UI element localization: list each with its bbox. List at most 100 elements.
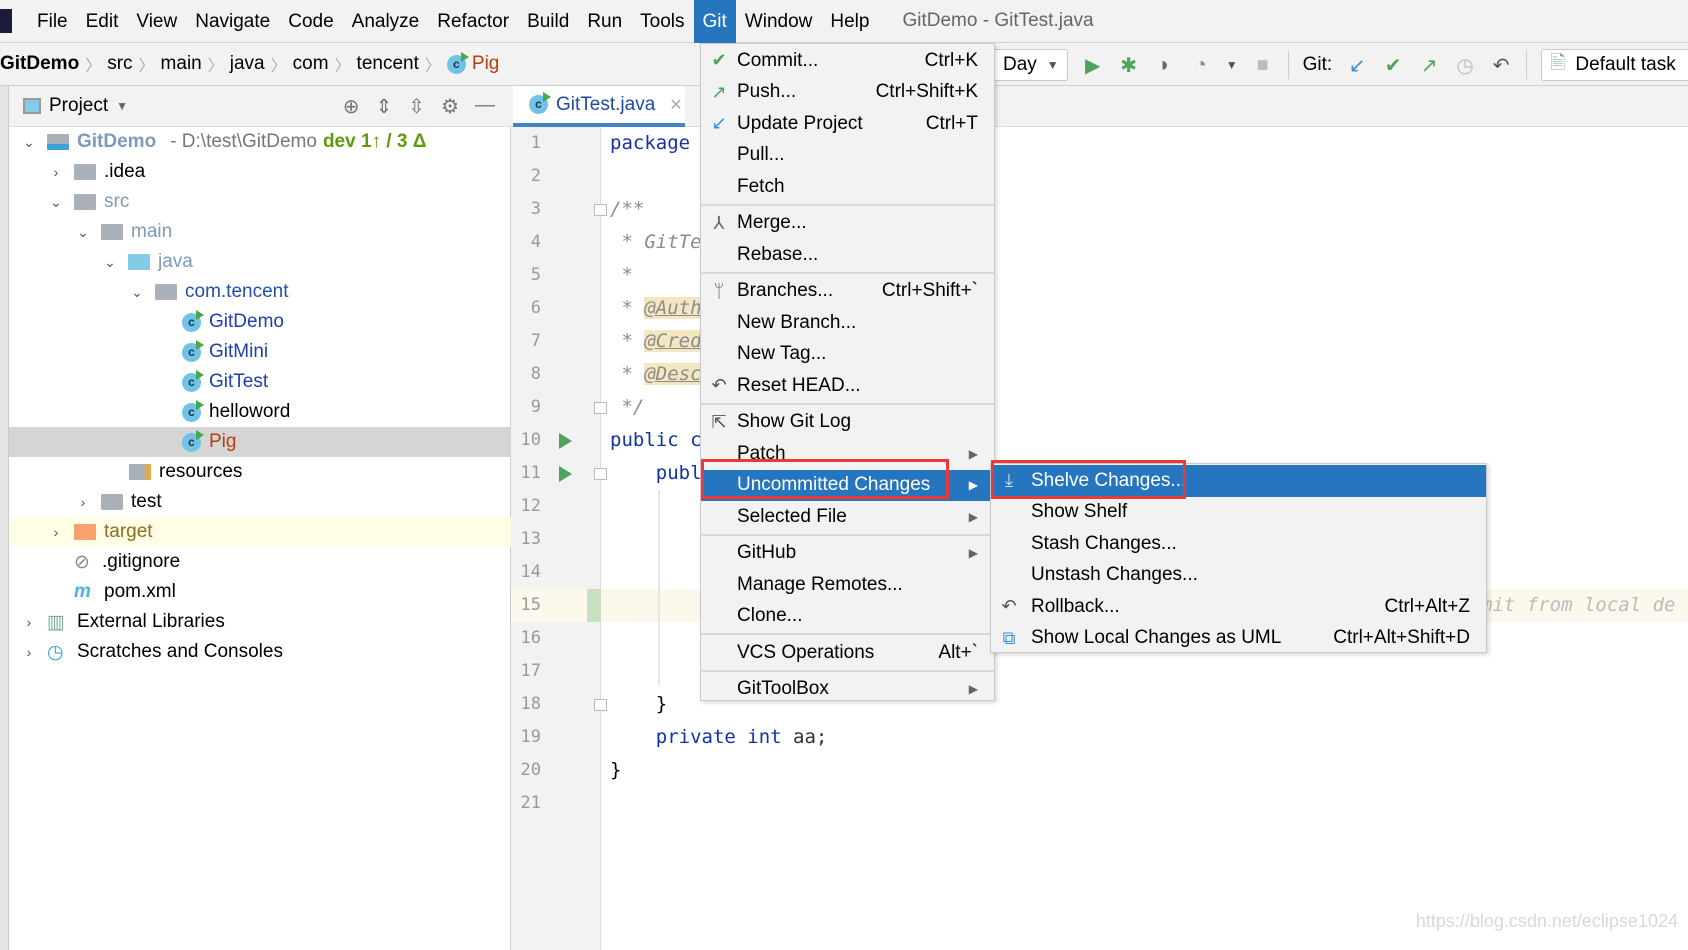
breadcrumb-item[interactable]: Pig [466, 53, 505, 75]
tree-item[interactable]: › ◷ Scratches and Consoles [9, 637, 511, 667]
chevron-down-icon[interactable]: ⌄ [75, 224, 91, 241]
run-gutter-icon[interactable] [559, 466, 572, 482]
chevron-right-icon[interactable]: › [21, 614, 37, 630]
gear-icon[interactable]: ⚙ [441, 94, 459, 119]
coverage-icon[interactable]: ◗ [1154, 54, 1176, 77]
menu-item-pull[interactable]: Pull... [701, 140, 994, 172]
debug-icon[interactable]: ✱ [1118, 53, 1140, 78]
locate-icon[interactable]: ⊕ [343, 94, 360, 119]
menu-item-unstash-changes[interactable]: Unstash Changes... [991, 560, 1486, 592]
menu-item-shelve-changes[interactable]: ⤓ Shelve Changes... [991, 465, 1486, 497]
menu-item-update-project[interactable]: ↙ Update Project Ctrl+T [701, 108, 994, 140]
collapse-all-icon[interactable]: ⇳ [408, 94, 425, 119]
history-icon[interactable]: ◷ [1454, 53, 1476, 78]
tree-item-root[interactable]: ⌄ GitDemo - D:\test\GitDemo dev 1↑ / 3 Δ [9, 127, 511, 157]
menu-item-gittoolbox[interactable]: GitToolBox ▶ [701, 674, 994, 706]
menu-item-show-shelf[interactable]: Show Shelf [991, 497, 1486, 529]
menu-item-push[interactable]: ↗ Push... Ctrl+Shift+K [701, 77, 994, 109]
chevron-down-icon[interactable]: ⌄ [21, 134, 37, 151]
menu-item-vcs-operations[interactable]: VCS Operations Alt+` [701, 637, 994, 669]
chevron-right-icon[interactable]: › [21, 644, 37, 660]
chevron-down-icon[interactable]: ⌄ [102, 254, 118, 271]
run-gutter-icon[interactable] [559, 433, 572, 449]
menu-item-github[interactable]: GitHub ▶ [701, 538, 994, 570]
tree-item[interactable]: › .idea [9, 157, 511, 187]
menu-item-selected-file[interactable]: Selected File ▶ [701, 501, 994, 533]
breadcrumb-item[interactable]: tencent [351, 53, 425, 75]
run-config-dropdown[interactable]: Day ▼ [995, 49, 1068, 81]
tree-item[interactable]: c GitDemo [9, 307, 511, 337]
left-tool-strip[interactable] [0, 86, 9, 950]
tree-item[interactable]: › ▥ External Libraries [9, 607, 511, 637]
menu-item-show-local-changes-uml[interactable]: ⧉ Show Local Changes as UML Ctrl+Alt+Shift… [991, 623, 1486, 655]
stop-icon[interactable]: ■ [1252, 54, 1274, 77]
breadcrumb-item[interactable]: GitDemo [0, 53, 85, 75]
breadcrumb-item[interactable]: main [155, 53, 208, 75]
menu-item-manage-remotes[interactable]: Manage Remotes... [701, 569, 994, 601]
menu-item-rollback[interactable]: ↶ Rollback... Ctrl+Alt+Z [991, 591, 1486, 623]
profile-icon[interactable]: ◔ [1190, 54, 1212, 77]
menu-item-show-git-log[interactable]: ⇱ Show Git Log [701, 407, 994, 439]
menu-refactor[interactable]: Refactor [428, 0, 518, 43]
tree-item[interactable]: c GitMini [9, 337, 511, 367]
tree-item[interactable]: c helloword [9, 397, 511, 427]
menu-view[interactable]: View [127, 0, 186, 43]
menu-file[interactable]: File [28, 0, 77, 43]
menu-item-clone[interactable]: Clone... [701, 601, 994, 633]
breadcrumb-item[interactable]: src [101, 53, 138, 75]
tree-item[interactable]: m pom.xml [9, 577, 511, 607]
menu-tools[interactable]: Tools [631, 0, 693, 43]
tree-item[interactable]: ⊘ .gitignore [9, 547, 511, 577]
tree-item[interactable]: › test [9, 487, 511, 517]
chevron-down-icon[interactable]: ▼ [1226, 58, 1238, 72]
tree-item[interactable]: ⌄ com.tencent [9, 277, 511, 307]
chevron-down-icon[interactable]: ⌄ [129, 284, 145, 301]
menu-navigate[interactable]: Navigate [186, 0, 279, 43]
menu-item-patch[interactable]: Patch ▶ [701, 438, 994, 470]
tree-item[interactable]: resources [9, 457, 511, 487]
git-push-icon[interactable]: ↗ [1418, 53, 1440, 78]
menu-analyze[interactable]: Analyze [343, 0, 429, 43]
tree-item[interactable]: c GitTest [9, 367, 511, 397]
menu-item-new-tag[interactable]: New Tag... [701, 339, 994, 371]
chevron-down-icon[interactable]: ⌄ [48, 194, 64, 211]
run-icon[interactable]: ▶ [1082, 53, 1104, 78]
menu-item-commit[interactable]: ✔ Commit... Ctrl+K [701, 45, 994, 77]
menu-item-branches[interactable]: ᛘ Branches... Ctrl+Shift+` [701, 276, 994, 308]
breadcrumb-item[interactable]: com [287, 53, 335, 75]
minimize-icon[interactable]: — [475, 94, 495, 119]
project-view-selector[interactable]: Project [49, 95, 108, 117]
menu-git[interactable]: Git [693, 0, 736, 43]
close-icon[interactable]: ✕ [669, 95, 682, 115]
tree-item[interactable]: ⌄ java [9, 247, 511, 277]
menu-item-stash-changes[interactable]: Stash Changes... [991, 528, 1486, 560]
menu-window[interactable]: Window [736, 0, 822, 43]
chevron-down-icon[interactable]: ▼ [116, 99, 128, 113]
menu-help[interactable]: Help [821, 0, 878, 43]
menu-item-new-branch[interactable]: New Branch... [701, 307, 994, 339]
git-update-icon[interactable]: ↙ [1346, 53, 1368, 78]
menu-code[interactable]: Code [279, 0, 342, 43]
tab-gittest-java[interactable]: c GitTest.java ✕ [513, 86, 685, 127]
tree-item-selected[interactable]: c Pig [9, 427, 511, 457]
menu-item-rebase[interactable]: Rebase... [701, 239, 994, 271]
tree-item[interactable]: › target [9, 517, 511, 547]
tree-item[interactable]: ⌄ src [9, 187, 511, 217]
expand-all-icon[interactable]: ⇕ [376, 94, 393, 119]
breadcrumb-item[interactable]: java [224, 53, 271, 75]
menu-build[interactable]: Build [518, 0, 578, 43]
change-marker[interactable] [587, 589, 601, 622]
task-dropdown[interactable]: 🗎 Default task [1541, 49, 1688, 81]
menu-edit[interactable]: Edit [77, 0, 128, 43]
tree-item[interactable]: ⌄ main [9, 217, 511, 247]
rollback-icon[interactable]: ↶ [1490, 53, 1512, 78]
chevron-right-icon[interactable]: › [48, 164, 64, 180]
menu-item-uncommitted-changes[interactable]: Uncommitted Changes ▶ [701, 469, 994, 501]
menu-item-fetch[interactable]: Fetch [701, 171, 994, 203]
git-commit-icon[interactable]: ✔ [1382, 53, 1404, 78]
chevron-right-icon[interactable]: › [75, 494, 91, 510]
menu-run[interactable]: Run [578, 0, 631, 43]
menu-item-merge[interactable]: ⅄ Merge... [701, 208, 994, 240]
chevron-right-icon[interactable]: › [48, 524, 64, 540]
menu-item-reset-head[interactable]: ↶ Reset HEAD... [701, 370, 994, 402]
